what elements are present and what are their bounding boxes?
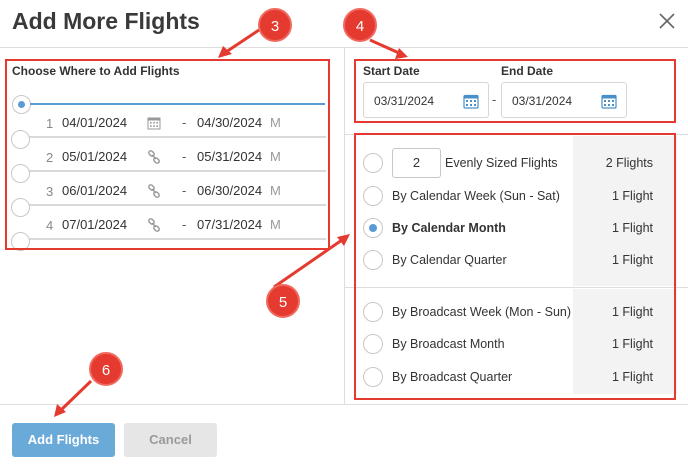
annotation-badge-5: 5 bbox=[266, 284, 300, 318]
annotation-badge-3: 3 bbox=[258, 8, 292, 42]
annotation-arrows bbox=[54, 28, 408, 417]
annotation-badge-6: 6 bbox=[89, 352, 123, 386]
annotation-badge-4: 4 bbox=[343, 8, 377, 42]
